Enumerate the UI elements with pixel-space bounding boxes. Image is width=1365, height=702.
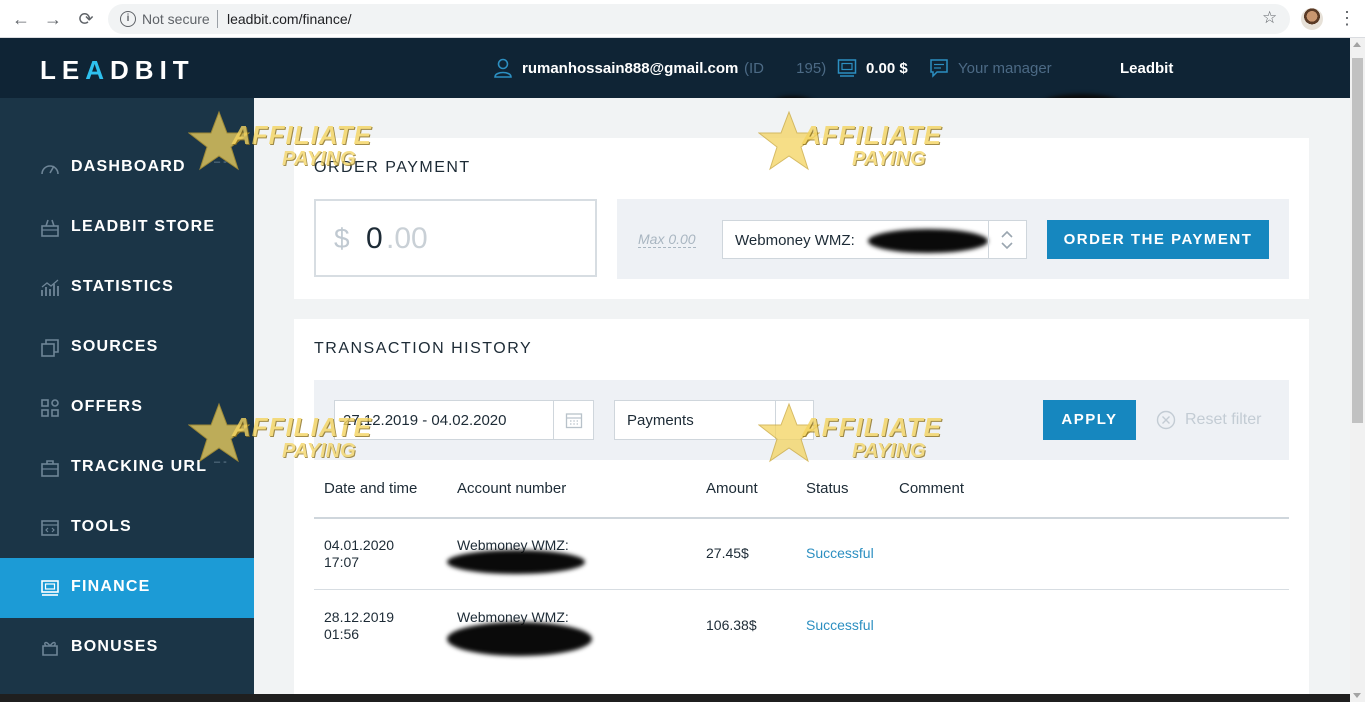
sidebar-item-label: LEADBIT STORE [71,218,216,235]
sidebar-item-label: SOURCES [71,338,159,355]
amount-decimals: .00 [386,222,428,255]
user-icon [494,58,512,78]
briefcase-icon [41,460,59,477]
sidebar-item-label: STATISTICS [71,278,174,295]
sidebar-item-leadbit-store[interactable]: LEADBIT STORE [0,198,254,258]
security-label: Not secure [142,11,210,27]
manager-name[interactable]: Leadbit [1120,60,1173,77]
url-text[interactable]: leadbit.com/finance/ [227,11,352,27]
user-id: (ID 195) [744,60,827,77]
table-header-divider [314,517,1289,519]
order-payment-button[interactable]: ORDER THE PAYMENT [1047,220,1269,259]
column-header-amount: Amount [706,480,758,497]
row-date: 28.12.2019 [324,609,395,625]
sidebar-item-label: DASHBOARD [71,158,186,175]
row-status: Successful [806,545,874,561]
bar-chart-icon [41,279,59,296]
row-time: 17:07 [324,554,360,570]
grid-icon [41,399,59,417]
sidebar: DASHBOARD – - LEADBIT STORE STATISTICS S… [0,98,254,702]
chat-icon [930,59,948,78]
sidebar-item-tools[interactable]: TOOLS [0,498,254,558]
watermark-affiliate-paying: AFFILIATE PAYING [188,402,388,472]
address-divider [217,10,218,28]
sidebar-item-finance[interactable]: FINANCE [0,558,254,618]
transaction-type-value: Payments [627,412,694,429]
balance[interactable]: 0.00 $ [866,60,908,77]
sidebar-item-label: OFFERS [71,398,144,415]
page-scrollbar[interactable] [1350,38,1365,702]
amount-input[interactable]: $ 0 .00 [314,199,597,277]
bookmark-star-icon[interactable]: ☆ [1262,8,1277,28]
code-window-icon [41,520,59,536]
layers-icon [41,339,59,357]
column-header-status: Status [806,480,849,497]
user-email[interactable]: rumanhossain888@gmail.com [522,60,738,77]
taskbar-strip [0,694,1350,702]
apply-filter-button[interactable]: APPLY [1043,400,1136,440]
forward-arrow-icon[interactable]: → [43,9,63,29]
sidebar-item-label: FINANCE [71,578,151,595]
basket-icon [41,219,59,237]
watermark-affiliate-paying: AFFILIATE PAYING [188,110,388,180]
row-divider [314,589,1289,590]
scroll-thumb[interactable] [1352,58,1363,423]
sidebar-item-statistics[interactable]: STATISTICS [0,258,254,318]
chevron-updown-icon [1001,230,1013,250]
redaction-scribble [447,622,592,656]
row-time: 01:56 [324,626,360,642]
select-divider [988,221,989,258]
address-bar[interactable]: i Not secure leadbit.com/finance/ [108,4,1290,34]
sidebar-item-sources[interactable]: SOURCES [0,318,254,378]
manager-label: Your manager [958,60,1052,77]
redaction-scribble [447,550,585,574]
wallet-icon [837,59,857,77]
wallet-select-value: Webmoney WMZ: [735,232,855,249]
watermark-affiliate-paying: AFFILIATE PAYING [758,402,958,472]
row-amount: 106.38$ [706,617,757,633]
transaction-history-title: TRANSACTION HISTORY [314,340,533,357]
sidebar-item-label: TRACKING URL [71,458,208,475]
column-header-account: Account number [457,480,567,497]
currency-symbol: $ [334,223,350,254]
gift-icon [42,641,58,656]
row-date: 04.01.2020 [324,537,395,553]
sidebar-item-bonuses[interactable]: BONUSES [0,618,254,678]
leadbit-logo[interactable]: LEADBIT [40,55,195,86]
gauge-icon [41,165,59,175]
top-header: LEADBIT rumanhossain888@gmail.com (ID 19… [0,38,1350,116]
reset-filter-link[interactable]: Reset filter [1185,411,1261,429]
money-icon [41,580,59,596]
sidebar-item-label: TOOLS [71,518,132,535]
date-divider [553,401,554,439]
column-header-comment: Comment [899,480,965,497]
info-icon[interactable]: i [120,11,136,27]
scroll-down-arrow-icon[interactable] [1353,693,1361,698]
watermark-affiliate-paying: AFFILIATE PAYING [758,110,958,180]
amount-value: 0 [366,222,383,255]
close-circle-icon[interactable] [1156,410,1176,430]
sidebar-item-label: BONUSES [71,638,159,655]
profile-avatar[interactable] [1301,8,1323,30]
browser-menu-icon[interactable]: ⋮ [1338,7,1356,29]
wallet-select[interactable]: Webmoney WMZ: [722,220,1027,259]
reload-icon[interactable]: ⟳ [76,9,96,29]
redaction-scribble [868,229,988,253]
back-arrow-icon[interactable]: ← [11,9,31,29]
scroll-up-arrow-icon[interactable] [1353,42,1361,47]
browser-toolbar: ← → ⟳ i Not secure leadbit.com/finance/ … [0,0,1365,38]
column-header-date: Date and time [324,480,418,497]
max-amount-link[interactable]: Max 0.00 [638,231,696,248]
row-status: Successful [806,617,874,633]
row-amount: 27.45$ [706,545,749,561]
calendar-icon[interactable] [565,411,583,429]
